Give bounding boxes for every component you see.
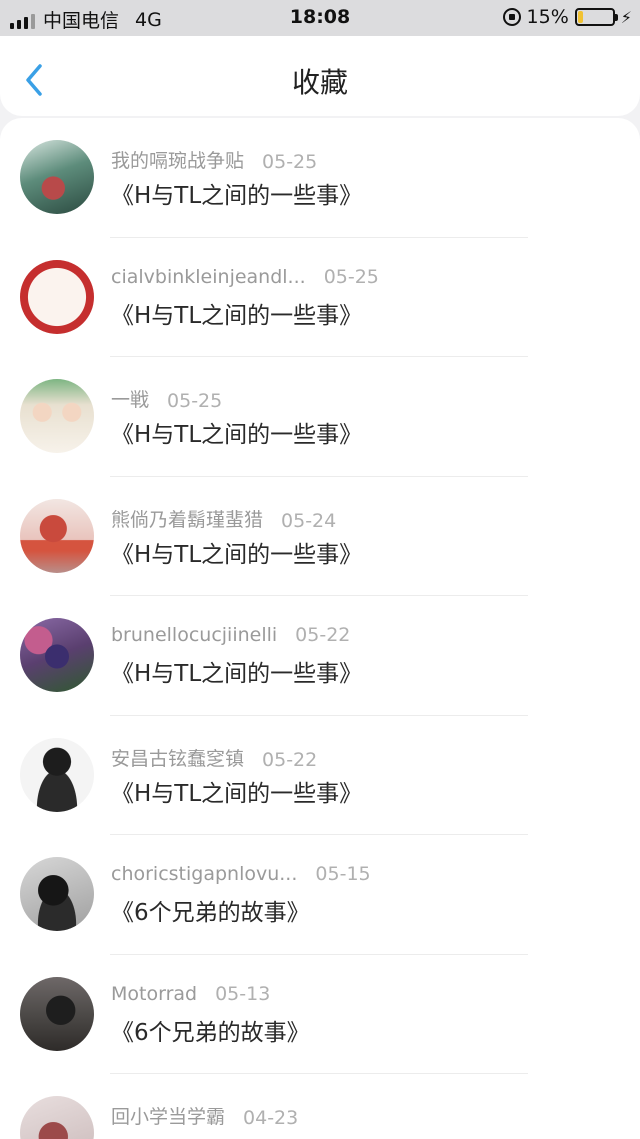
favorite-item[interactable]: brunellocucjiinelli 05-22 《H与TL之间的一些事》 <box>0 596 640 716</box>
post-date: 05-13 <box>215 982 271 1005</box>
post-date: 04-23 <box>243 1107 299 1129</box>
item-meta: cialvbinkleinjeandl... 05-25 <box>111 266 379 288</box>
author-name[interactable]: 我的嗝琬战争贴 <box>111 146 244 173</box>
item-meta: 回小学当学霸 04-23 <box>111 1102 298 1129</box>
avatar[interactable] <box>20 259 94 334</box>
author-name[interactable]: 一戦 <box>111 385 149 412</box>
battery-fill <box>577 11 583 23</box>
author-name[interactable]: 安昌古铉蠢窆镇 <box>111 744 244 771</box>
item-meta: Motorrad 05-13 <box>111 983 270 1005</box>
nav-bar: 收藏 <box>0 36 640 116</box>
item-meta: choricstigapnlovu... 05-15 <box>111 863 371 885</box>
post-title[interactable]: 《6个兄弟的故事》 <box>111 1132 310 1139</box>
post-title[interactable]: 《H与TL之间的一些事》 <box>111 176 362 210</box>
item-meta: brunellocucjiinelli 05-22 <box>111 624 350 646</box>
post-title[interactable]: 《H与TL之间的一些事》 <box>111 415 362 449</box>
status-bar: 中国电信 4G 18:08 15% ⚡ <box>0 0 640 36</box>
post-date: 05-25 <box>262 151 318 173</box>
author-name[interactable]: 回小学当学霸 <box>111 1102 225 1129</box>
post-title[interactable]: 《6个兄弟的故事》 <box>111 1013 310 1047</box>
post-title[interactable]: 《H与TL之间的一些事》 <box>111 535 362 569</box>
favorite-item[interactable]: 安昌古铉蠢窆镇 05-22 《H与TL之间的一些事》 <box>0 716 640 835</box>
author-name[interactable]: brunellocucjiinelli <box>111 624 277 646</box>
item-meta: 我的嗝琬战争贴 05-25 <box>111 146 317 173</box>
favorite-item[interactable]: 回小学当学霸 04-23 《6个兄弟的故事》 <box>0 1074 640 1139</box>
author-name[interactable]: choricstigapnlovu... <box>111 863 297 885</box>
avatar[interactable] <box>20 618 94 692</box>
avatar[interactable] <box>20 976 94 1051</box>
post-date: 05-22 <box>295 624 351 646</box>
item-meta: 安昌古铉蠢窆镇 05-22 <box>111 744 317 771</box>
charging-icon: ⚡ <box>620 7 632 27</box>
author-name[interactable]: 熊倘乃着鬍瑾蜚猎 <box>111 505 263 532</box>
favorite-item[interactable]: 我的嗝琬战争贴 05-25 《H与TL之间的一些事》 <box>0 118 640 238</box>
post-date: 05-25 <box>323 265 379 288</box>
post-title[interactable]: 《6个兄弟的故事》 <box>111 893 310 927</box>
item-meta: 熊倘乃着鬍瑾蜚猎 05-24 <box>111 505 336 532</box>
post-date: 05-25 <box>167 390 223 412</box>
favorite-item[interactable]: Motorrad 05-13 《6个兄弟的故事》 <box>0 955 640 1074</box>
favorite-item[interactable]: choricstigapnlovu... 05-15 《6个兄弟的故事》 <box>0 835 640 955</box>
favorite-item[interactable]: cialvbinkleinjeandl... 05-25 《H与TL之间的一些事》 <box>0 238 640 357</box>
avatar[interactable] <box>20 498 94 573</box>
page-title: 收藏 <box>291 66 348 99</box>
author-name[interactable]: cialvbinkleinjeandl... <box>111 266 306 288</box>
post-title[interactable]: 《H与TL之间的一些事》 <box>111 296 362 330</box>
post-title[interactable]: 《H与TL之间的一些事》 <box>111 774 362 808</box>
post-date: 05-15 <box>315 863 371 885</box>
favorite-item[interactable]: 熊倘乃着鬍瑾蜚猎 05-24 《H与TL之间的一些事》 <box>0 477 640 596</box>
rotation-lock-icon <box>502 8 521 26</box>
battery-icon <box>574 8 618 26</box>
post-date: 05-24 <box>281 509 337 532</box>
post-date: 05-22 <box>262 748 318 771</box>
avatar[interactable] <box>20 379 94 453</box>
avatar[interactable] <box>20 857 94 931</box>
favorite-item[interactable]: 一戦 05-25 《H与TL之间的一些事》 <box>0 357 640 477</box>
status-right: 15% ⚡ <box>502 6 632 28</box>
favorites-list: 我的嗝琬战争贴 05-25 《H与TL之间的一些事》 cialvbinkleinjea… <box>0 118 640 1139</box>
author-name[interactable]: Motorrad <box>111 983 197 1005</box>
battery-percent: 15% <box>526 6 569 28</box>
item-meta: 一戦 05-25 <box>111 385 222 412</box>
avatar[interactable] <box>20 737 94 812</box>
avatar[interactable] <box>20 1096 94 1139</box>
post-title[interactable]: 《H与TL之间的一些事》 <box>111 654 362 688</box>
avatar[interactable] <box>20 140 94 214</box>
